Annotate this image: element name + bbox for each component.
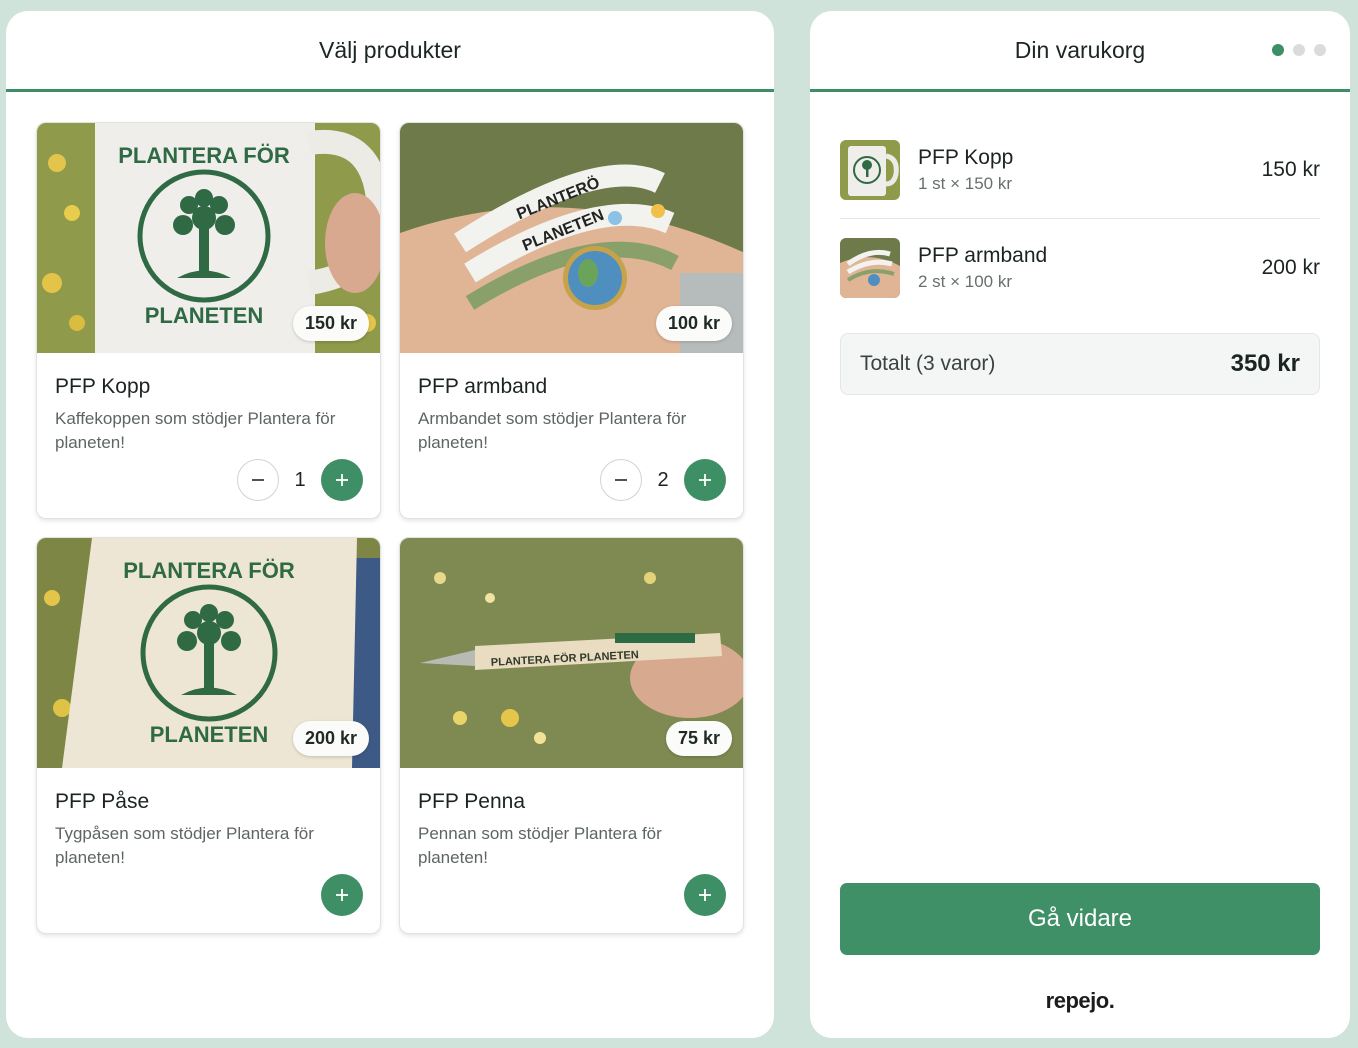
- plus-icon: [699, 474, 711, 486]
- cart-item-price: 200 kr: [1261, 255, 1320, 279]
- product-description: Pennan som stödjer Plantera för planeten…: [418, 824, 662, 867]
- mug-logo-bottom-text: PLANETEN: [145, 303, 264, 328]
- bag-logo-top-text: PLANTERA FÖR: [123, 558, 295, 583]
- cart-item-thumbnail: [840, 237, 900, 298]
- cart-panel: Din varukorg PFP Kopp 1 st × 150 kr 150 …: [810, 11, 1350, 1038]
- decrease-button[interactable]: [600, 459, 642, 501]
- minus-icon: [615, 479, 627, 481]
- decrease-button[interactable]: [237, 459, 279, 501]
- cart-item-name: PFP Kopp: [918, 146, 1014, 169]
- cart-item-name: PFP armband: [918, 243, 1048, 267]
- quantity-stepper: [684, 874, 726, 916]
- mug-thumbnail-image: [840, 140, 900, 200]
- add-button[interactable]: [684, 874, 726, 916]
- products-panel-header: Välj produkter: [6, 11, 774, 92]
- product-card-pase[interactable]: PLANTERA FÖR PLANETEN 200 kr PFP Påse Ty…: [36, 537, 381, 934]
- cart-item: PFP armband 2 st × 100 kr 200 kr: [840, 219, 1320, 316]
- product-grid: PLANTERA FÖR PLANETEN 150 kr PFP Kopp Ka…: [36, 122, 744, 934]
- product-card-kopp[interactable]: PLANTERA FÖR PLANETEN 150 kr PFP Kopp Ka…: [36, 122, 381, 519]
- cart-item-detail: 2 st × 100 kr: [918, 271, 1013, 291]
- product-name: PFP Penna: [418, 790, 526, 813]
- product-name: PFP Påse: [55, 790, 150, 813]
- quantity-value: 2: [657, 468, 669, 491]
- bag-logo-bottom-text: PLANETEN: [150, 722, 269, 747]
- cart-total: Totalt (3 varor) 350 kr: [840, 333, 1320, 395]
- increase-button[interactable]: [684, 459, 726, 501]
- product-description: Kaffekoppen som stödjer Plantera för pla…: [55, 409, 336, 452]
- product-name: PFP armband: [418, 375, 548, 398]
- increase-button[interactable]: [321, 459, 363, 501]
- cart-panel-title: Din varukorg: [1014, 36, 1146, 63]
- cart-item-list: PFP Kopp 1 st × 150 kr 150 kr PFP armban…: [840, 122, 1320, 316]
- product-image-armband: PLANTERÖ PLANETEN 100 kr: [400, 123, 743, 353]
- step-dot: [1314, 44, 1326, 56]
- product-image-penna: PLANTERA FÖR PLANETEN 75 kr: [400, 538, 743, 768]
- price-badge: 100 kr: [655, 306, 732, 341]
- total-value: 350 kr: [1230, 350, 1300, 377]
- quantity-stepper: 1: [237, 459, 363, 501]
- price-badge: 75 kr: [665, 721, 732, 756]
- product-card-penna[interactable]: PLANTERA FÖR PLANETEN 75 kr PFP Penna Pe…: [399, 537, 744, 934]
- minus-icon: [252, 479, 264, 481]
- price-badge: 150 kr: [292, 306, 369, 341]
- quantity-stepper: 2: [600, 459, 726, 501]
- cart-item-price: 150 kr: [1261, 158, 1320, 181]
- bracelet-thumbnail-image: [840, 237, 900, 298]
- price-badge: 200 kr: [292, 721, 369, 756]
- plus-icon: [336, 889, 348, 901]
- product-description: Tygpåsen som stödjer Plantera för planet…: [55, 824, 314, 867]
- mug-logo-top-text: PLANTERA FÖR: [118, 143, 290, 168]
- step-indicator: [1272, 44, 1326, 56]
- plus-icon: [336, 474, 348, 486]
- total-label: Totalt (3 varor): [860, 352, 996, 375]
- cart-item-info: PFP armband 2 st × 100 kr: [918, 244, 1262, 292]
- step-dot: [1293, 44, 1305, 56]
- product-image-kopp: PLANTERA FÖR PLANETEN 150 kr: [37, 123, 380, 353]
- products-panel: Välj produkter PLANTERA FÖR PLANETEN 150…: [6, 11, 774, 1038]
- brand-logo: repejo.: [1045, 988, 1115, 1013]
- product-description: Armbandet som stödjer Plantera för plane…: [418, 409, 687, 452]
- plus-icon: [699, 889, 711, 901]
- product-card-armband[interactable]: PLANTERÖ PLANETEN 100 kr PFP armband Arm…: [399, 122, 744, 519]
- product-image-pase: PLANTERA FÖR PLANETEN 200 kr: [37, 538, 380, 768]
- quantity-value: 1: [294, 468, 306, 491]
- cart-item-info: PFP Kopp 1 st × 150 kr: [918, 146, 1262, 194]
- products-panel-title: Välj produkter: [319, 36, 461, 63]
- add-button[interactable]: [321, 874, 363, 916]
- cart-panel-header: Din varukorg: [810, 11, 1350, 92]
- quantity-stepper: [321, 874, 363, 916]
- cart-item-thumbnail: [840, 140, 900, 200]
- step-dot-active: [1272, 44, 1284, 56]
- product-name: PFP Kopp: [55, 375, 151, 398]
- proceed-button[interactable]: Gå vidare: [840, 883, 1320, 955]
- cart-item: PFP Kopp 1 st × 150 kr 150 kr: [840, 122, 1320, 219]
- cart-item-detail: 1 st × 150 kr: [918, 174, 1013, 193]
